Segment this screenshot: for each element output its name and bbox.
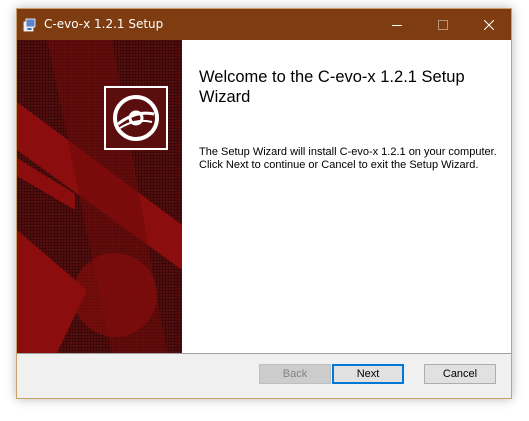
maximize-button[interactable] [420,9,466,40]
close-button[interactable] [466,9,511,40]
product-logo [104,86,168,150]
back-button[interactable]: Back [259,364,331,384]
window-title: C-evo-x 1.2.1 Setup [44,17,164,31]
welcome-description: The Setup Wizard will install C-evo-x 1.… [199,146,497,171]
disc-icon [113,95,159,141]
title-bar[interactable]: C-evo-x 1.2.1 Setup [17,9,511,40]
minimize-icon [392,24,402,26]
wizard-banner [17,40,182,353]
next-button[interactable]: Next [332,364,404,384]
cancel-button[interactable]: Cancel [424,364,496,384]
button-bar: Back Next Cancel [17,354,511,398]
wizard-content: Welcome to the C-evo-x 1.2.1 Setup Wizar… [182,40,511,353]
setup-window: C-evo-x 1.2.1 Setup Welcome to the C-evo… [16,8,512,399]
close-icon [484,19,494,30]
maximize-icon [438,19,448,30]
welcome-heading: Welcome to the C-evo-x 1.2.1 Setup Wizar… [199,68,465,106]
minimize-button[interactable] [374,9,420,40]
installer-icon [23,18,36,32]
